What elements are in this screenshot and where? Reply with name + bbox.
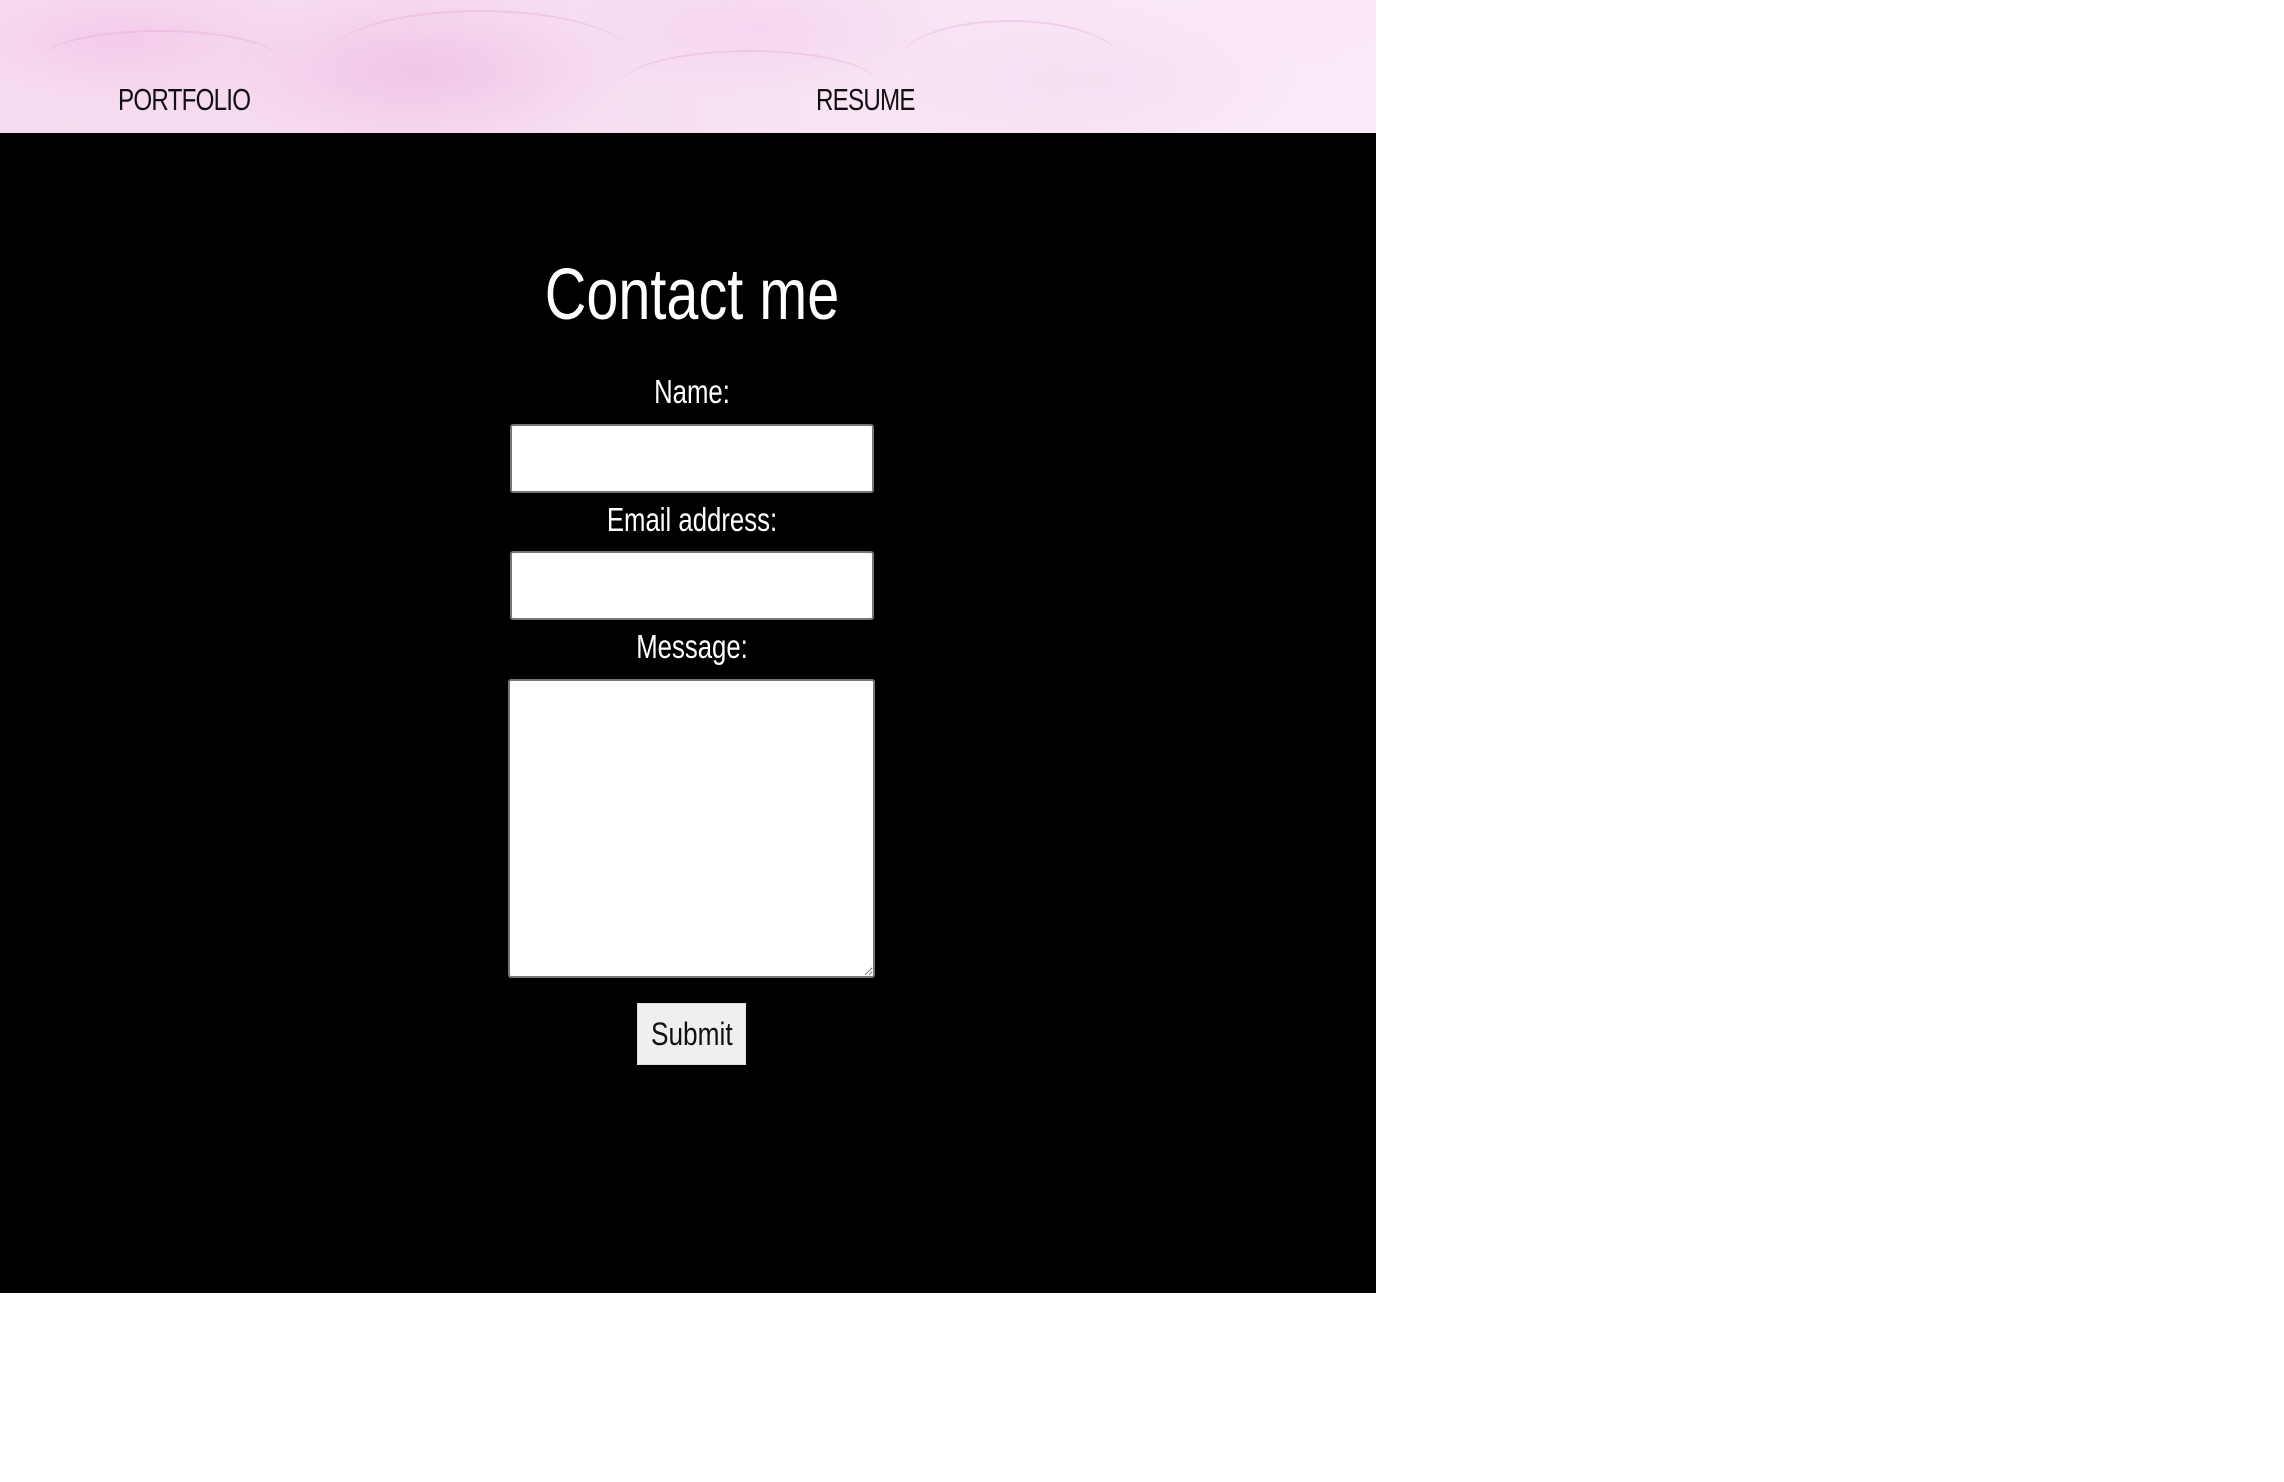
nav-link-resume[interactable]: RESUME [816,80,916,120]
email-input[interactable] [510,551,874,620]
contact-section: Contact me Name: Email address: Message:… [0,133,1376,1293]
marble-texture [330,10,630,102]
name-label: Name: [654,373,730,410]
page: PORTFOLIO RESUME Contact me Name: Email … [0,0,1376,1293]
submit-button[interactable]: Submit [637,1003,746,1065]
submit-button-label: Submit [650,1015,733,1052]
message-label: Message: [636,628,748,665]
contact-title: Contact me [544,255,840,335]
marble-texture [900,20,1120,102]
name-input[interactable] [510,424,874,493]
message-textarea[interactable] [508,679,875,978]
nav-link-portfolio[interactable]: PORTFOLIO [118,80,251,120]
email-label: Email address: [606,501,778,538]
header-bar: PORTFOLIO RESUME [0,0,1376,133]
